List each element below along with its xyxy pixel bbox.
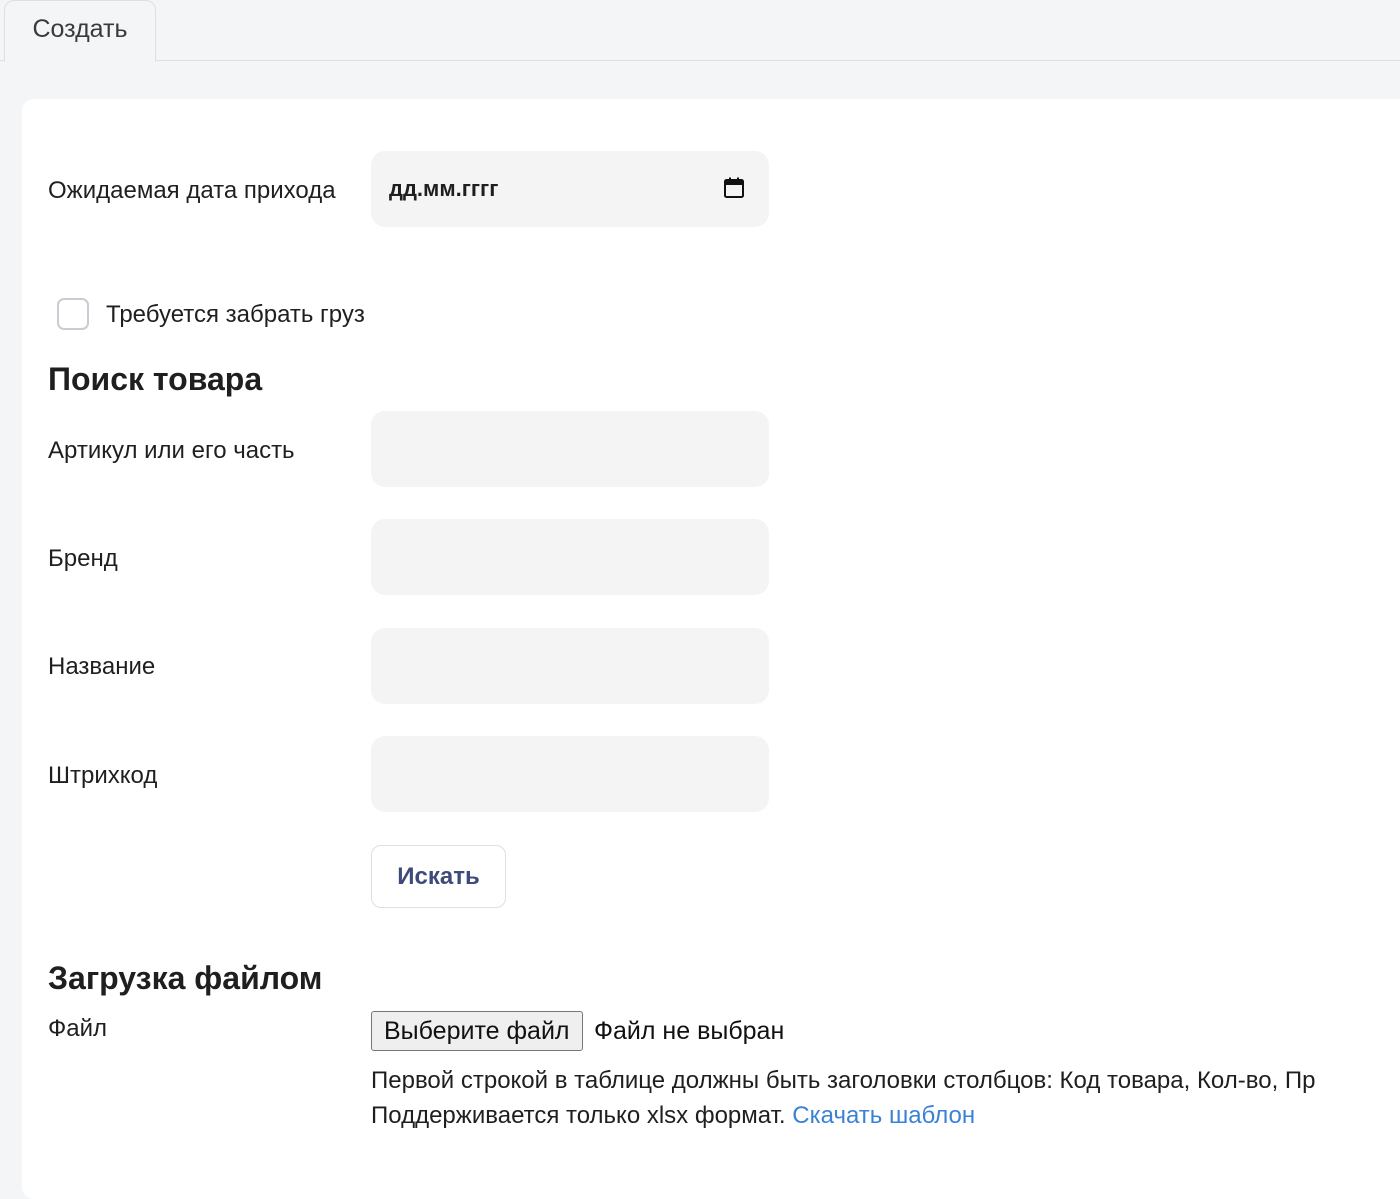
article-label: Артикул или его часть bbox=[48, 437, 295, 464]
upload-hint-line-2: Поддерживается только xlsx формат. Скача… bbox=[371, 1098, 1400, 1134]
name-input[interactable] bbox=[371, 628, 769, 704]
article-input[interactable] bbox=[371, 411, 769, 487]
tab-bar: Создать bbox=[0, 0, 1400, 62]
upload-hint-format: Поддерживается только xlsx формат. bbox=[371, 1102, 786, 1129]
brand-label: Бренд bbox=[48, 545, 118, 572]
tab-create[interactable]: Создать bbox=[4, 0, 156, 62]
barcode-input[interactable] bbox=[371, 736, 769, 812]
expected-date-label: Ожидаемая дата прихода bbox=[48, 177, 336, 204]
barcode-label: Штрихкод bbox=[48, 762, 158, 789]
expected-date-input[interactable]: дд.мм.гггг bbox=[371, 151, 769, 227]
calendar-icon[interactable] bbox=[723, 177, 745, 199]
choose-file-button[interactable]: Выберите файл bbox=[371, 1011, 583, 1051]
pickup-checkbox-label[interactable]: Требуется забрать груз bbox=[106, 295, 365, 335]
upload-hint-line-1: Первой строкой в таблице должны быть заг… bbox=[371, 1067, 1316, 1094]
file-upload-title: Загрузка файлом bbox=[48, 960, 323, 996]
date-placeholder: дд.мм.гггг bbox=[389, 176, 499, 201]
name-label: Название bbox=[48, 653, 156, 680]
file-status-text: Файл не выбран bbox=[594, 1017, 785, 1045]
product-search-title: Поиск товара bbox=[48, 361, 263, 397]
brand-input[interactable] bbox=[371, 519, 769, 595]
download-template-link[interactable]: Скачать шаблон bbox=[792, 1102, 975, 1129]
search-button[interactable]: Искать bbox=[371, 845, 506, 908]
file-label: Файл bbox=[48, 1015, 108, 1042]
pickup-checkbox[interactable] bbox=[57, 298, 89, 330]
